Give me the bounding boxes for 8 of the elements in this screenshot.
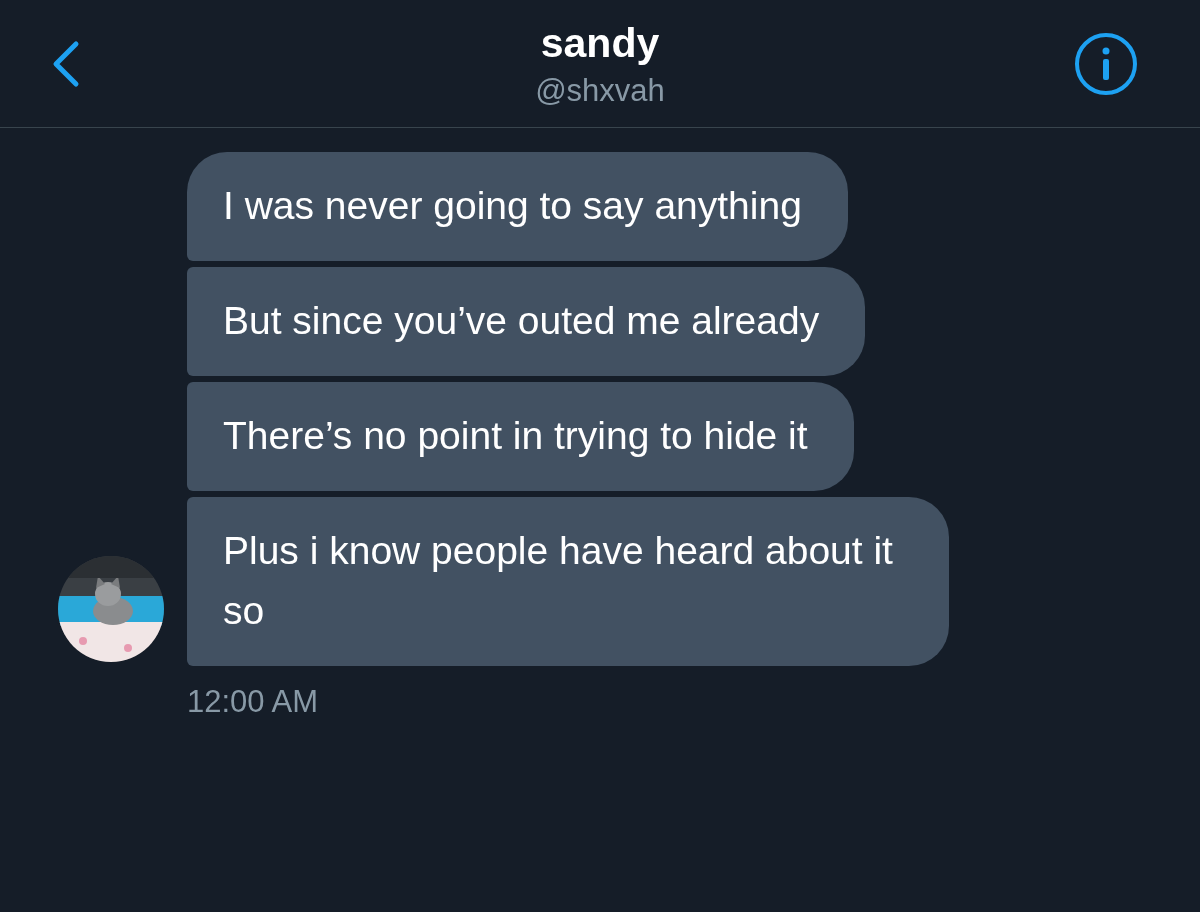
- message-bubble: Plus i know people have heard about it so: [187, 497, 949, 666]
- info-icon[interactable]: [1074, 31, 1138, 96]
- message-timestamp: 12:00 AM: [187, 684, 318, 720]
- message-bubble: But since you’ve outed me already: [187, 267, 866, 376]
- conversation-title: sandy: [540, 18, 660, 67]
- user-handle: @shxvah: [535, 71, 665, 110]
- message-bubble: There’s no point in trying to hide it: [187, 382, 854, 491]
- message-bubble: I was never going to say anything: [187, 152, 848, 261]
